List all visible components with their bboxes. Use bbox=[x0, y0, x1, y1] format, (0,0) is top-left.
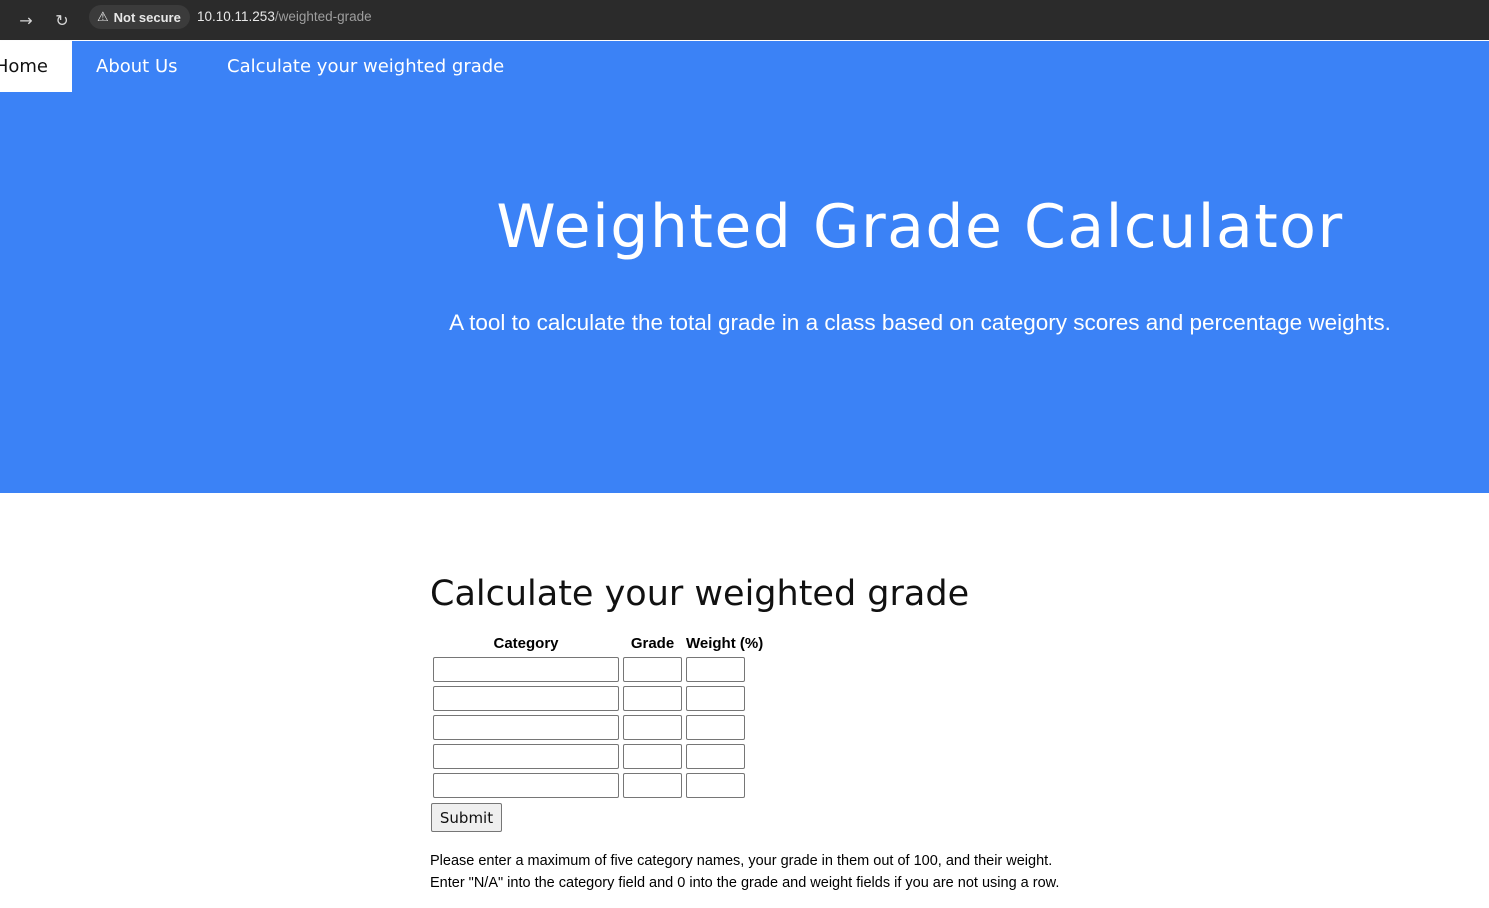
grade-column-header: Grade bbox=[630, 634, 675, 652]
grade-input-2[interactable] bbox=[623, 686, 682, 711]
grade-input-3[interactable] bbox=[623, 715, 682, 740]
address-bar[interactable]: 10.10.11.253/weighted-grade bbox=[197, 9, 372, 24]
weight-cell bbox=[685, 656, 764, 683]
grade-input-1[interactable] bbox=[623, 657, 682, 682]
section-heading: Calculate your weighted grade bbox=[430, 574, 970, 614]
calculator-section: Calculate your weighted grade Category G… bbox=[430, 573, 1130, 894]
browser-toolbar: → ↻ ⚠ Not secure 10.10.11.253/weighted-g… bbox=[0, 0, 1489, 40]
forward-arrow-icon[interactable]: → bbox=[14, 8, 38, 32]
weight-input-1[interactable] bbox=[686, 657, 745, 682]
security-label: Not secure bbox=[113, 9, 181, 25]
url-host: 10.10.11.253 bbox=[197, 9, 275, 24]
category-input-3[interactable] bbox=[433, 715, 619, 740]
weight-cell bbox=[685, 714, 764, 741]
nav-calculate-link[interactable]: Calculate your weighted grade bbox=[227, 41, 504, 92]
submit-button[interactable]: Submit bbox=[431, 803, 502, 832]
hero-banner: Weighted Grade Calculator A tool to calc… bbox=[0, 92, 1489, 493]
instruction-line-1: Please enter a maximum of five category … bbox=[430, 853, 1053, 869]
grade-cell bbox=[622, 772, 683, 799]
category-cell bbox=[432, 714, 620, 741]
weight-input-2[interactable] bbox=[686, 686, 745, 711]
nav-home-label: Home bbox=[0, 56, 48, 77]
weight-cell bbox=[685, 743, 764, 770]
table-row bbox=[432, 656, 764, 683]
grade-cell bbox=[622, 685, 683, 712]
page-title: Weighted Grade Calculator bbox=[496, 192, 1344, 262]
table-row bbox=[432, 714, 764, 741]
weight-cell bbox=[685, 685, 764, 712]
table-row bbox=[432, 743, 764, 770]
warning-icon: ⚠ bbox=[97, 9, 109, 24]
category-cell bbox=[432, 656, 620, 683]
weight-input-5[interactable] bbox=[686, 773, 745, 798]
weight-column-header: Weight (%) bbox=[686, 634, 764, 652]
grade-input-4[interactable] bbox=[623, 744, 682, 769]
site-navbar: Home About Us Calculate your weighted gr… bbox=[0, 41, 1489, 92]
grade-cell bbox=[622, 743, 683, 770]
category-cell bbox=[432, 685, 620, 712]
grade-cell bbox=[622, 714, 683, 741]
weight-cell bbox=[685, 772, 764, 799]
nav-home-link[interactable]: Home bbox=[0, 41, 72, 92]
reload-icon[interactable]: ↻ bbox=[50, 8, 74, 32]
grade-form: Category Grade Weight (%) Submit bbox=[430, 630, 1130, 832]
table-row bbox=[432, 685, 764, 712]
grade-table: Category Grade Weight (%) bbox=[430, 630, 766, 801]
weight-input-4[interactable] bbox=[686, 744, 745, 769]
category-column-header: Category bbox=[493, 634, 559, 652]
page-subtitle: A tool to calculate the total grade in a… bbox=[449, 310, 1391, 335]
category-input-5[interactable] bbox=[433, 773, 619, 798]
category-input-2[interactable] bbox=[433, 686, 619, 711]
category-input-1[interactable] bbox=[433, 657, 619, 682]
category-input-4[interactable] bbox=[433, 744, 619, 769]
nav-about-link[interactable]: About Us bbox=[96, 41, 178, 92]
category-cell bbox=[432, 743, 620, 770]
instruction-line-2: Enter "N/A" into the category field and … bbox=[430, 875, 1060, 891]
url-path: /weighted-grade bbox=[274, 9, 372, 24]
table-row bbox=[432, 772, 764, 799]
instructions: Please enter a maximum of five category … bbox=[430, 850, 1130, 894]
category-cell bbox=[432, 772, 620, 799]
grade-input-5[interactable] bbox=[623, 773, 682, 798]
grade-cell bbox=[622, 656, 683, 683]
weight-input-3[interactable] bbox=[686, 715, 745, 740]
table-header-row: Category Grade Weight (%) bbox=[432, 632, 764, 654]
security-indicator[interactable]: ⚠ Not secure bbox=[89, 5, 190, 29]
